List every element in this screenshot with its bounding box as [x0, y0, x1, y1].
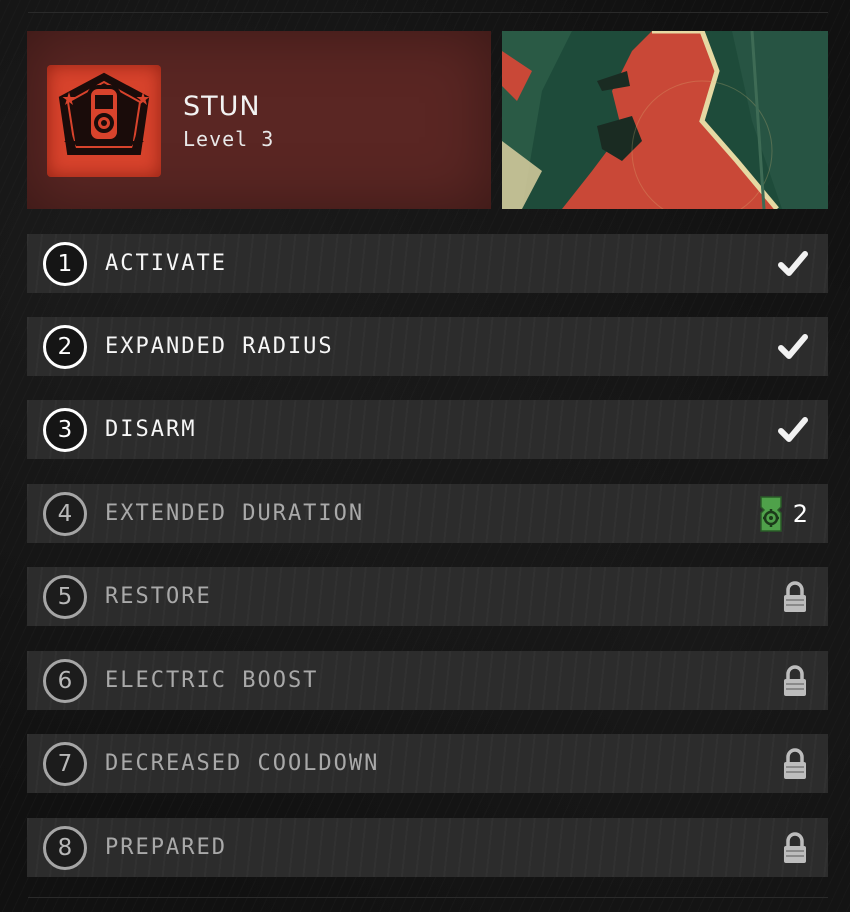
upgrade-row-4[interactable]: 4 EXTENDED DURATION 2	[27, 484, 828, 543]
upgrade-row-1[interactable]: 1 ACTIVATE	[27, 234, 828, 293]
upgrade-status	[782, 831, 808, 864]
upgrade-status	[782, 580, 808, 613]
checkmark-icon	[778, 416, 808, 442]
lock-icon	[784, 580, 806, 612]
upgrade-status	[778, 247, 808, 280]
upgrade-number: 4	[43, 492, 87, 536]
upgrade-row-7[interactable]: 7 DECREASED COOLDOWN	[27, 734, 828, 793]
lock-icon	[784, 664, 806, 696]
upgrade-row-6[interactable]: 6 ELECTRIC BOOST	[27, 651, 828, 710]
upgrade-label: EXPANDED RADIUS	[105, 334, 334, 359]
upgrade-number: 7	[43, 742, 87, 786]
skill-upgrade-panel: STUN Level 3 1 ACTIVATE 2 EXPANDED RADIU…	[0, 0, 850, 912]
lock-icon	[784, 831, 806, 863]
upgrade-number: 8	[43, 826, 87, 870]
skill-name: STUN	[183, 91, 261, 122]
upgrade-number: 6	[43, 659, 87, 703]
skill-header: STUN Level 3	[27, 31, 491, 209]
divider-top	[28, 12, 828, 13]
upgrade-label: RESTORE	[105, 584, 212, 609]
upgrade-row-3[interactable]: 3 DISARM	[27, 400, 828, 459]
upgrade-label: ACTIVATE	[105, 251, 227, 276]
divider-bottom	[28, 897, 828, 898]
upgrade-cost: 2	[759, 495, 808, 532]
upgrade-row-8[interactable]: 8 PREPARED	[27, 818, 828, 877]
checkmark-icon	[778, 250, 808, 276]
upgrade-number: 5	[43, 575, 87, 619]
upgrade-number: 1	[43, 242, 87, 286]
upgrade-label: DISARM	[105, 417, 197, 442]
upgrade-status	[782, 747, 808, 780]
upgrade-label: ELECTRIC BOOST	[105, 668, 319, 693]
upgrade-label: EXTENDED DURATION	[105, 501, 365, 526]
upgrade-label: DECREASED COOLDOWN	[105, 751, 380, 776]
upgrade-cost-value: 2	[792, 499, 808, 528]
upgrade-row-2[interactable]: 2 EXPANDED RADIUS	[27, 317, 828, 376]
checkmark-icon	[778, 333, 808, 359]
skill-level: Level 3	[183, 127, 275, 151]
stun-device-icon	[47, 65, 161, 177]
upgrade-number: 2	[43, 325, 87, 369]
upgrade-label: PREPARED	[105, 835, 227, 860]
character-artwork	[502, 31, 828, 209]
upgrade-status	[778, 330, 808, 363]
upgrade-row-5[interactable]: 5 RESTORE	[27, 567, 828, 626]
upgrade-status	[778, 413, 808, 446]
upgrade-status	[782, 664, 808, 697]
upgrade-token-icon	[759, 495, 782, 532]
lock-icon	[784, 747, 806, 779]
upgrade-number: 3	[43, 408, 87, 452]
